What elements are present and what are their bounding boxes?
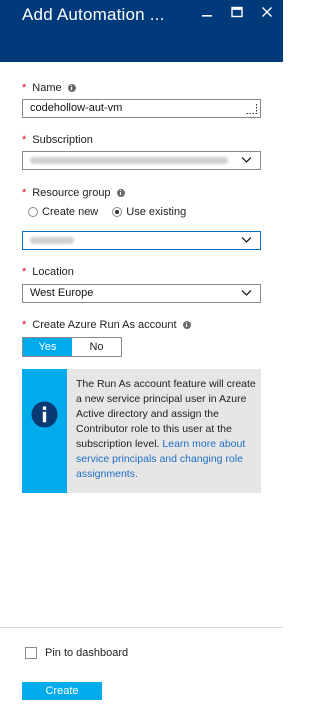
- name-label: * Name: [22, 82, 76, 94]
- required-marker: *: [22, 266, 27, 278]
- radio-use-existing[interactable]: [112, 207, 123, 217]
- subscription-label-text: Subscription: [32, 134, 93, 146]
- redacted-value: [30, 237, 74, 244]
- location-select[interactable]: West Europe: [22, 284, 261, 303]
- minimize-icon[interactable]: [199, 4, 215, 20]
- resize-handle-icon: [246, 103, 257, 114]
- location-label: * Location: [22, 266, 74, 278]
- radio-use-existing-label[interactable]: Use existing: [126, 206, 186, 218]
- close-icon[interactable]: [259, 4, 275, 20]
- info-icon[interactable]: [67, 84, 76, 92]
- info-icon[interactable]: [116, 189, 125, 197]
- name-label-text: Name: [32, 82, 62, 94]
- chevron-down-icon: [241, 290, 252, 296]
- resource-group-options: Create new Use existing: [28, 206, 200, 218]
- resource-group-select[interactable]: [22, 231, 261, 250]
- info-icon[interactable]: [182, 321, 191, 329]
- pin-label[interactable]: Pin to dashboard: [45, 647, 128, 659]
- redacted-value: [30, 157, 228, 164]
- run-as-no-button[interactable]: No: [72, 338, 121, 356]
- name-input-value: codehollow-aut-vm: [30, 102, 123, 114]
- blade-header: Add Automation ...: [0, 0, 283, 62]
- info-text: The Run As account feature will create a…: [76, 377, 256, 482]
- chevron-down-icon: [241, 237, 252, 243]
- subscription-label: * Subscription: [22, 134, 93, 146]
- info-circle-icon: [31, 401, 58, 428]
- radio-create-new[interactable]: [28, 207, 38, 217]
- radio-create-new-label[interactable]: Create new: [42, 206, 98, 218]
- footer-divider: [0, 627, 283, 628]
- info-bar: [22, 369, 67, 493]
- create-button[interactable]: Create: [22, 682, 102, 700]
- pin-checkbox[interactable]: [25, 647, 37, 659]
- resource-group-label: * Resource group: [22, 187, 125, 199]
- location-select-value: West Europe: [30, 287, 94, 299]
- resource-group-label-text: Resource group: [32, 187, 111, 199]
- blade-title: Add Automation ...: [22, 5, 165, 24]
- name-input[interactable]: codehollow-aut-vm: [22, 99, 261, 118]
- required-marker: *: [22, 187, 27, 199]
- run-as-label-text: Create Azure Run As account: [32, 319, 177, 331]
- required-marker: *: [22, 82, 27, 94]
- required-marker: *: [22, 134, 27, 146]
- chevron-down-icon: [241, 157, 252, 163]
- run-as-yes-button[interactable]: Yes: [23, 338, 72, 356]
- pin-to-dashboard: Pin to dashboard: [25, 647, 128, 659]
- run-as-toggle: Yes No: [22, 337, 122, 357]
- required-marker: *: [22, 319, 27, 331]
- maximize-icon[interactable]: [229, 4, 245, 20]
- run-as-info-box: The Run As account feature will create a…: [22, 369, 261, 493]
- run-as-label: * Create Azure Run As account: [22, 319, 191, 331]
- subscription-select[interactable]: [22, 151, 261, 170]
- location-label-text: Location: [32, 266, 74, 278]
